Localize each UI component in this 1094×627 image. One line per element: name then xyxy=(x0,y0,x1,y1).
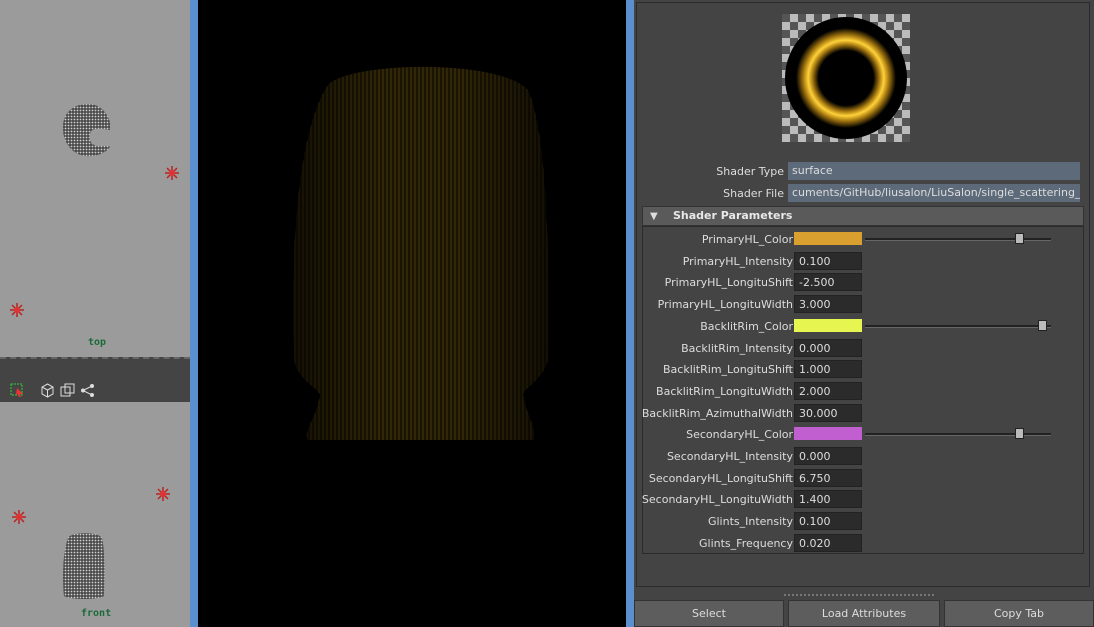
param-value-field[interactable]: 30.000 xyxy=(794,403,862,422)
param-row: PrimaryHL_Intensity 0.100 xyxy=(643,251,1085,271)
color-swatch[interactable] xyxy=(794,318,862,332)
param-label: BacklitRim_AzimuthalWidth xyxy=(641,406,793,420)
param-value-field[interactable]: -2.500 xyxy=(794,273,862,292)
param-label: BacklitRim_Color xyxy=(700,319,793,333)
param-row: SecondaryHL_Intensity 0.000 xyxy=(643,446,1085,466)
param-label: Glints_Frequency xyxy=(699,536,793,550)
shader-type-row: Shader Type surface xyxy=(634,162,1088,182)
bottom-button-bar: Select Load Attributes Copy Tab xyxy=(634,600,1094,627)
param-value-field[interactable]: 0.000 xyxy=(794,338,862,357)
light-icon[interactable] xyxy=(164,165,180,181)
collapse-triangle-icon[interactable]: ▼ xyxy=(650,211,658,222)
param-value-field[interactable]: 1.400 xyxy=(794,490,862,509)
param-row: BacklitRim_Intensity 0.000 xyxy=(643,338,1085,358)
share-icon[interactable] xyxy=(80,383,95,398)
shader-type-label: Shader Type xyxy=(716,165,784,178)
top-viewport[interactable]: top xyxy=(0,0,190,357)
color-slider-knob[interactable] xyxy=(1015,428,1025,440)
select-button[interactable]: Select xyxy=(634,600,784,627)
param-value-field[interactable]: 0.000 xyxy=(794,447,862,465)
param-row: PrimaryHL_LongituWidth 3.000 xyxy=(643,294,1085,314)
shader-parameters-header[interactable]: ▼ Shader Parameters xyxy=(642,206,1084,226)
top-camera-label: top xyxy=(88,337,107,348)
color-slider-knob[interactable] xyxy=(1015,233,1025,244)
left-viewport-panel: top front xyxy=(0,0,190,627)
param-row: SecondaryHL_Color xyxy=(643,424,1085,444)
front-camera-label: front xyxy=(81,608,112,619)
param-row: Glints_Frequency 0.020 xyxy=(643,533,1085,553)
hair-mesh-front xyxy=(63,533,105,599)
param-label: PrimaryHL_Color xyxy=(701,233,793,246)
hair-render xyxy=(293,66,549,440)
section-title: Shader Parameters xyxy=(673,209,793,222)
param-row: BacklitRim_LongituWidth 2.000 xyxy=(643,381,1085,401)
color-swatch[interactable] xyxy=(794,232,862,245)
param-label: PrimaryHL_LongituShift xyxy=(664,276,793,290)
viewport-toolbar xyxy=(0,357,190,402)
param-value-field[interactable]: 0.020 xyxy=(794,533,862,552)
light-icon[interactable] xyxy=(155,486,171,502)
param-row: BacklitRim_AzimuthalWidth 30.000 xyxy=(641,403,1085,423)
param-label: Glints_Intensity xyxy=(707,515,793,529)
param-row: SecondaryHL_LongituWidth 1.400 xyxy=(641,489,1085,509)
param-row: BacklitRim_LongituShift 1.000 xyxy=(643,359,1085,379)
param-label: PrimaryHL_Intensity xyxy=(682,254,793,268)
param-label: SecondaryHL_Intensity xyxy=(666,450,793,463)
param-row: Glints_Intensity 0.100 xyxy=(643,511,1085,531)
param-label: BacklitRim_Intensity xyxy=(681,341,793,355)
light-icon[interactable] xyxy=(9,302,25,318)
shader-parameters-list: PrimaryHL_Color PrimaryHL_Intensity 0.100 P… xyxy=(642,226,1084,554)
param-label: SecondaryHL_LongituShift xyxy=(648,471,793,485)
attribute-editor: Shader Type surface Shader File cuments/… xyxy=(634,0,1094,627)
frame-icon[interactable] xyxy=(60,383,75,398)
param-value-field[interactable]: 6.750 xyxy=(794,468,862,487)
param-value-field[interactable]: 0.100 xyxy=(794,512,862,531)
param-label: BacklitRim_LongituWidth xyxy=(656,384,793,398)
param-label: PrimaryHL_LongituWidth xyxy=(657,298,793,312)
color-slider-knob[interactable] xyxy=(1037,319,1047,331)
param-row: PrimaryHL_LongituShift -2.500 xyxy=(643,272,1085,292)
render-view[interactable] xyxy=(198,0,626,627)
load-attributes-button[interactable]: Load Attributes xyxy=(788,600,940,627)
param-row: SecondaryHL_LongituShift 6.750 xyxy=(643,468,1085,488)
shader-file-field[interactable]: cuments/GitHub/liusalon/LiuSalon/single_… xyxy=(788,184,1080,202)
param-value-field[interactable]: 0.100 xyxy=(794,251,862,270)
shader-type-field[interactable]: surface xyxy=(788,162,1080,180)
light-icon[interactable] xyxy=(11,509,27,525)
param-label: SecondaryHL_Color xyxy=(686,428,793,442)
param-label: BacklitRim_LongituShift xyxy=(662,363,793,377)
color-swatch[interactable] xyxy=(794,427,862,441)
viewport-separator-left xyxy=(190,0,198,627)
front-viewport[interactable]: front xyxy=(0,402,190,627)
color-slider-track[interactable] xyxy=(865,324,1051,328)
param-value-field[interactable]: 1.000 xyxy=(794,360,862,379)
param-value-field[interactable]: 2.000 xyxy=(794,381,862,400)
select-tool-icon[interactable] xyxy=(10,383,25,398)
cube-icon[interactable] xyxy=(40,383,55,398)
shader-swatch-icon[interactable] xyxy=(782,14,910,142)
param-row: BacklitRim_Color xyxy=(643,316,1085,336)
param-row: PrimaryHL_Color xyxy=(643,229,1085,249)
shader-file-row: Shader File cuments/GitHub/liusalon/LiuS… xyxy=(634,184,1088,204)
copy-tab-button[interactable]: Copy Tab xyxy=(944,600,1094,627)
param-label: SecondaryHL_LongituWidth xyxy=(641,493,793,507)
viewport-separator-right xyxy=(626,0,634,627)
shader-file-label: Shader File xyxy=(723,187,784,200)
param-value-field[interactable]: 3.000 xyxy=(794,295,862,314)
hair-mesh-top xyxy=(62,104,110,157)
